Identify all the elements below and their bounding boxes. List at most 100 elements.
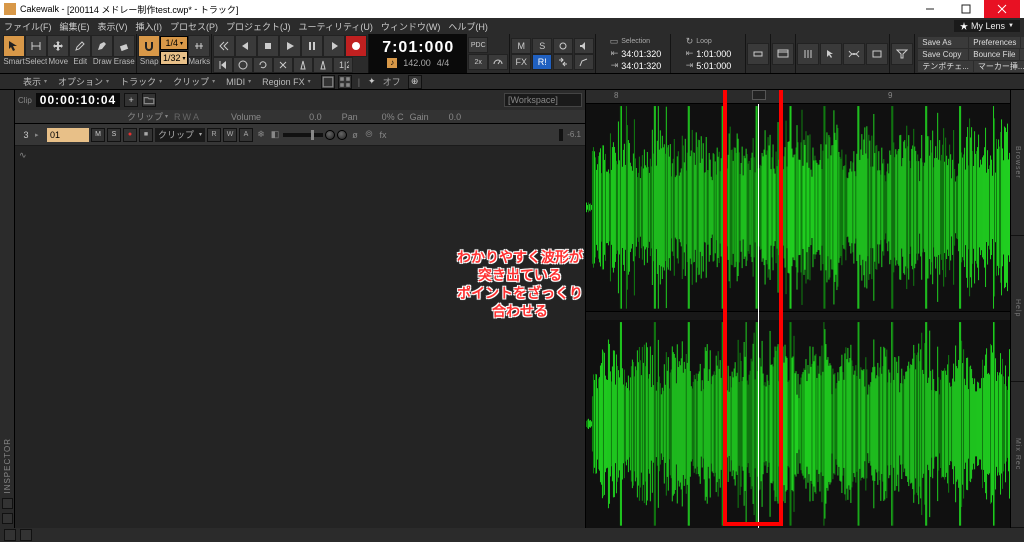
- exclusive-solo-button[interactable]: [553, 38, 573, 54]
- pause-button[interactable]: [301, 35, 323, 57]
- ripple-edit-button[interactable]: [797, 43, 819, 65]
- stop-button[interactable]: [257, 35, 279, 57]
- track-write-button[interactable]: W: [223, 128, 237, 142]
- snap-value-b[interactable]: 1/32▾: [160, 51, 188, 65]
- count-in-button[interactable]: 1|2: [333, 57, 353, 73]
- track-fx-button[interactable]: fx: [377, 129, 389, 141]
- tempo-change-button[interactable]: テンポチェ...: [918, 61, 973, 72]
- edit-tool-button[interactable]: [69, 35, 91, 57]
- workspace-selector[interactable]: [Workspace]: [504, 93, 582, 107]
- playhead[interactable]: [758, 104, 759, 528]
- track-name[interactable]: 01: [47, 128, 89, 142]
- track-read-button[interactable]: R: [207, 128, 221, 142]
- menu-view[interactable]: 表示(V): [98, 20, 128, 33]
- track-mute-button[interactable]: M: [91, 128, 105, 142]
- track-row[interactable]: 3 ▸ 01 M S ● ■ クリップ▾ R W A ❄ ◧ ø ⦾: [15, 124, 585, 146]
- skip-back-button[interactable]: [213, 35, 235, 57]
- smart-tool-button[interactable]: [3, 35, 25, 57]
- play-button[interactable]: [279, 35, 301, 57]
- pdc-button[interactable]: PDC: [468, 37, 488, 53]
- automation-write-button[interactable]: [574, 54, 594, 70]
- track-input-echo-button[interactable]: ■: [139, 128, 153, 142]
- menu-window[interactable]: ウィンドウ(W): [381, 20, 441, 33]
- event-filter-button[interactable]: [891, 43, 913, 65]
- tv-menu-midi[interactable]: MIDI▾: [222, 75, 255, 89]
- track-arm-button[interactable]: ●: [123, 128, 137, 142]
- menu-edit[interactable]: 編集(E): [60, 20, 90, 33]
- track-freeze-button[interactable]: ❄: [255, 129, 267, 141]
- window-close-button[interactable]: [984, 0, 1020, 18]
- menu-process[interactable]: プロセス(P): [170, 20, 218, 33]
- status-icon-2[interactable]: [20, 529, 32, 541]
- inspector-toggle-button[interactable]: [2, 498, 13, 509]
- insert-marker-button[interactable]: マーカー挿...: [974, 61, 1024, 72]
- track-expand-button[interactable]: ▸: [35, 131, 45, 139]
- erase-tool-button[interactable]: [113, 35, 135, 57]
- tv-menu-view[interactable]: 表示▾: [19, 75, 51, 89]
- time-ruler[interactable]: 8 9: [586, 90, 1010, 104]
- inspector-strip[interactable]: INSPECTOR: [0, 90, 15, 528]
- track-solo-button[interactable]: S: [107, 128, 121, 142]
- global-solo-button[interactable]: S: [532, 38, 552, 54]
- half-speed-button[interactable]: 2x: [468, 54, 488, 70]
- menu-file[interactable]: ファイル(F): [4, 20, 52, 33]
- tv-menu-regionfx[interactable]: Region FX▾: [258, 75, 315, 89]
- secondary-time-display[interactable]: 00:00:10:04: [36, 93, 120, 107]
- add-view-button[interactable]: [321, 75, 335, 89]
- tv-menu-clips[interactable]: クリップ▾: [169, 75, 219, 89]
- selection-to[interactable]: 34:01:320: [621, 61, 666, 71]
- preferences-button[interactable]: Preferences: [969, 37, 1020, 48]
- status-icon-1[interactable]: [4, 529, 16, 541]
- track-volume-knob[interactable]: [283, 133, 323, 137]
- help-tab[interactable]: Help: [1011, 236, 1024, 382]
- record-button[interactable]: [345, 35, 367, 57]
- waveform-pane[interactable]: 8 9: [585, 90, 1010, 528]
- track-auto-button[interactable]: A: [239, 128, 253, 142]
- marks-button[interactable]: [188, 35, 210, 57]
- time-display[interactable]: 7:01:000 ♪ 142.00 4/4: [369, 34, 467, 73]
- track-folder-button[interactable]: [142, 93, 156, 107]
- track-clip-dropdown[interactable]: クリップ▾: [155, 128, 205, 142]
- add-track-button[interactable]: +: [124, 93, 138, 107]
- window-minimize-button[interactable]: [912, 0, 948, 18]
- dim-solo-button[interactable]: [574, 38, 594, 54]
- rewind-button[interactable]: [235, 35, 257, 57]
- selection-from[interactable]: 34:01:320: [621, 49, 666, 59]
- draw-tool-button[interactable]: [91, 35, 113, 57]
- menu-help[interactable]: ヘルプ(H): [448, 20, 488, 33]
- track-phase-button[interactable]: ø: [349, 129, 361, 141]
- loop-to[interactable]: 5:01:000: [696, 61, 741, 71]
- audio-engine-button[interactable]: [233, 57, 253, 73]
- window-maximize-button[interactable]: [948, 0, 984, 18]
- offset-mode-button[interactable]: [553, 54, 573, 70]
- tv-menu-options[interactable]: オプション▾: [54, 75, 113, 89]
- move-tool-button[interactable]: [47, 35, 69, 57]
- menu-insert[interactable]: 挿入(I): [136, 20, 163, 33]
- loop-from[interactable]: 1:01:000: [696, 49, 741, 59]
- track-archive-button[interactable]: ◧: [269, 129, 281, 141]
- select-tool-alt-button[interactable]: [820, 43, 842, 65]
- track-pan-knob[interactable]: [325, 130, 335, 140]
- mix-rec-tab[interactable]: Mix Rec: [1011, 382, 1024, 528]
- go-to-start-button[interactable]: [213, 57, 233, 73]
- bounce-file-button[interactable]: Bounce File: [969, 49, 1019, 60]
- punch-button[interactable]: [747, 43, 769, 65]
- waveform-area[interactable]: [586, 104, 1010, 528]
- crossfade-button[interactable]: [843, 43, 865, 65]
- reset-button[interactable]: [253, 57, 273, 73]
- snap-button[interactable]: [138, 35, 160, 57]
- save-as-button[interactable]: Save As: [918, 37, 968, 48]
- select-tool-button[interactable]: [25, 35, 47, 57]
- nudge-button[interactable]: [866, 43, 888, 65]
- grid-view-button[interactable]: [338, 75, 352, 89]
- expand-view-button[interactable]: ⊕: [408, 75, 422, 89]
- global-fx-button[interactable]: FX: [511, 54, 531, 70]
- menu-project[interactable]: プロジェクト(J): [226, 20, 291, 33]
- speed-icon-button[interactable]: [488, 54, 508, 70]
- now-marker[interactable]: [752, 90, 766, 100]
- inspector-toggle-2-button[interactable]: [2, 513, 13, 524]
- global-mute-button[interactable]: M: [511, 38, 531, 54]
- snap-value-a[interactable]: 1/4▾: [160, 36, 188, 50]
- input-echo-button[interactable]: [273, 57, 293, 73]
- menu-utilities[interactable]: ユーティリティ(U): [299, 20, 373, 33]
